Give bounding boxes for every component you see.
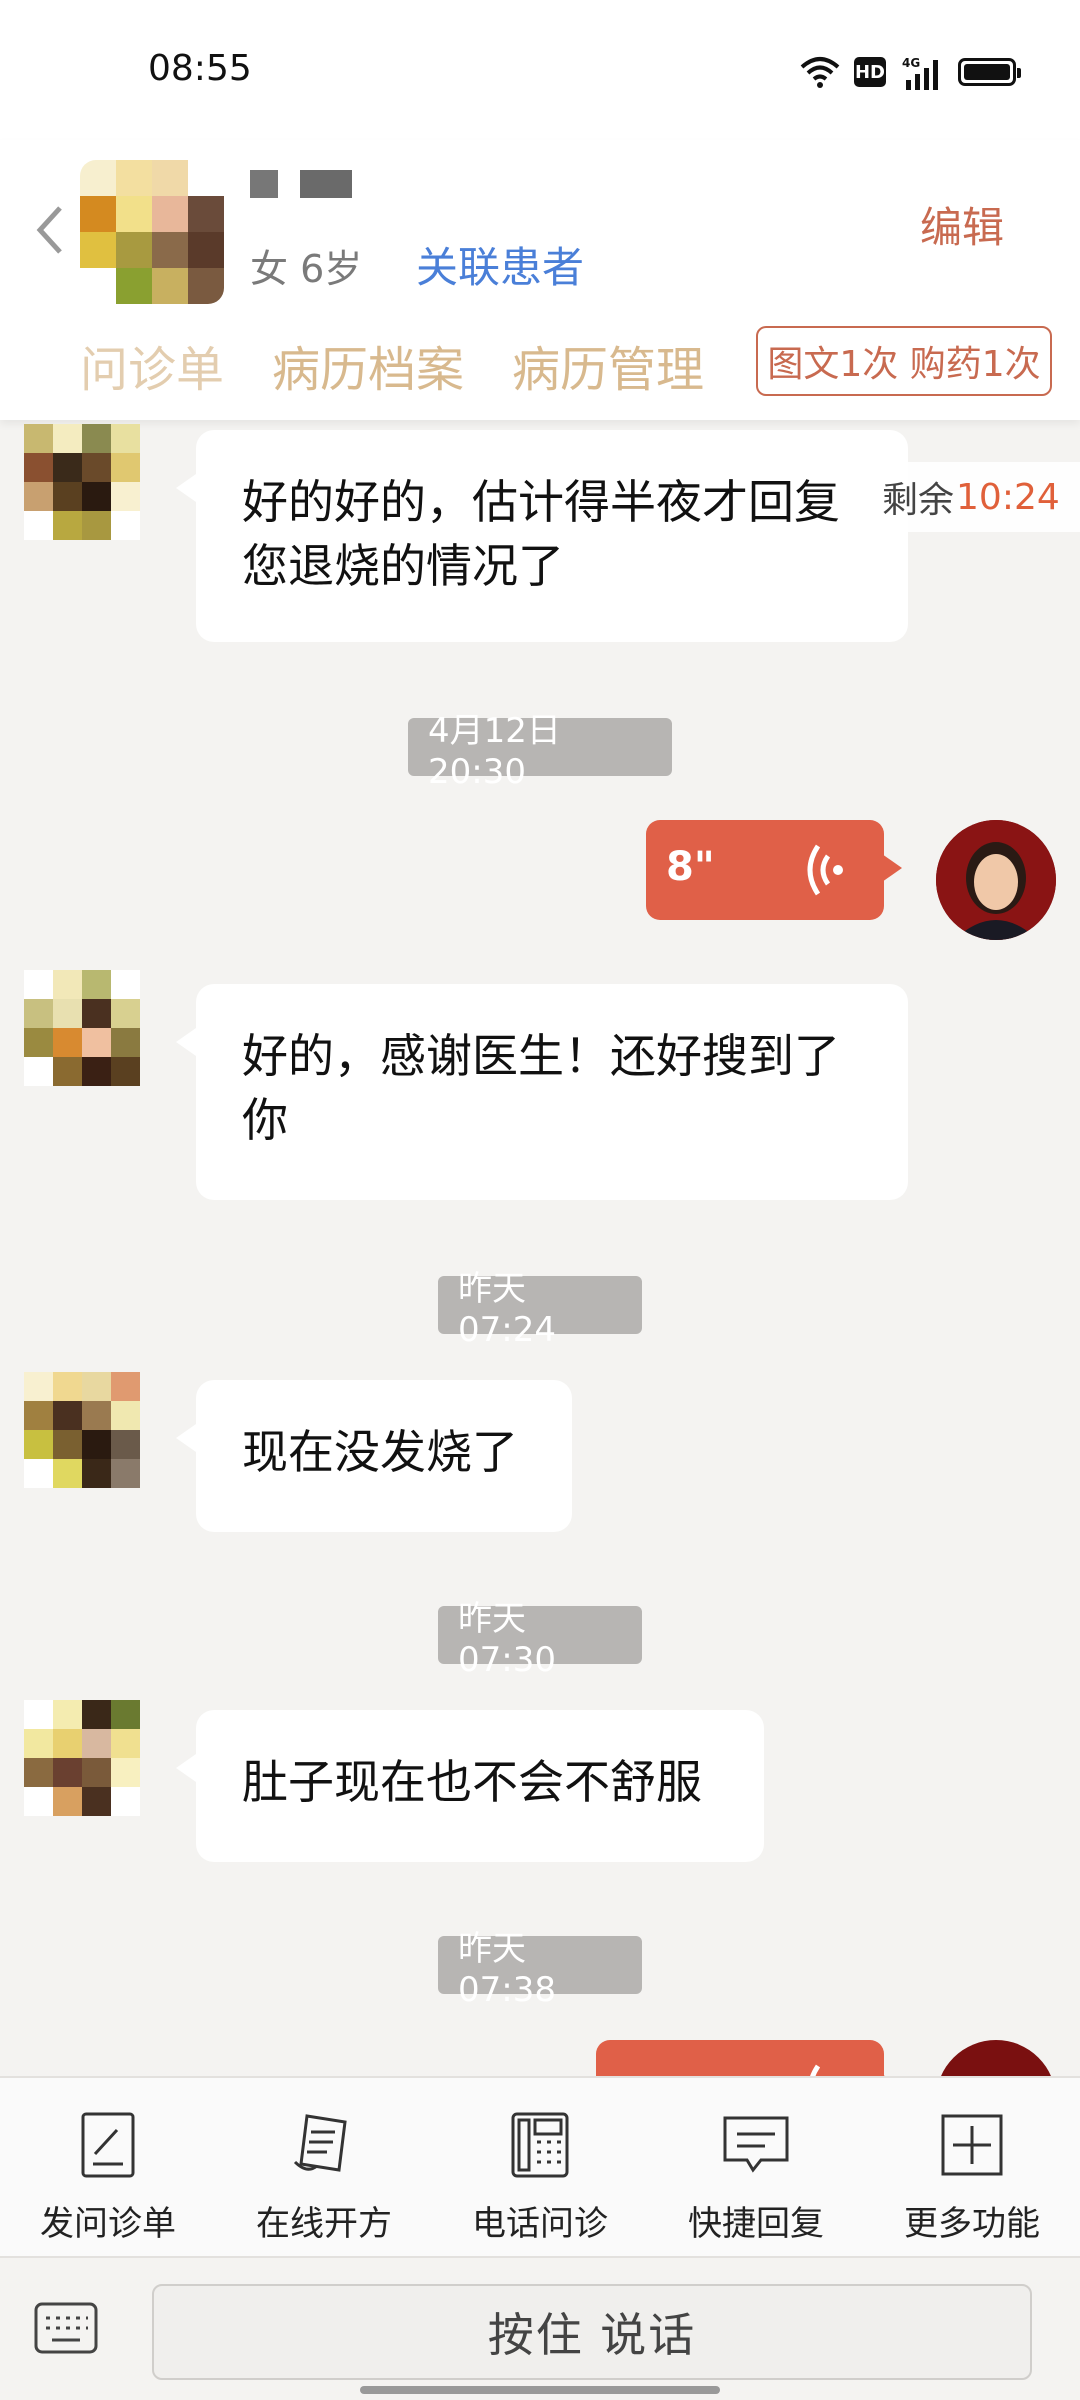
tool-label: 更多功能 — [904, 2204, 1040, 2244]
message-bubble: 好的好的，估计得半夜才回复您退烧的情况了 — [176, 430, 908, 642]
input-bar: 按住 说话 — [0, 2256, 1080, 2400]
hold-to-talk-button[interactable]: 按住 说话 — [152, 2284, 1032, 2380]
doctor-avatar[interactable] — [936, 820, 1056, 940]
plus-icon — [941, 2114, 1003, 2176]
home-indicator[interactable] — [360, 2386, 720, 2394]
tab-record-management[interactable]: 病历管理 — [512, 330, 704, 400]
message-timestamp: 昨天 07:24 — [438, 1269, 642, 1350]
patient-avatar-message[interactable] — [24, 1700, 140, 1816]
status-bar: 08:55 HD 4G — [0, 0, 1080, 140]
voice-wave-icon — [807, 844, 843, 896]
link-patient-button[interactable]: 关联患者 — [416, 234, 584, 295]
quick-reply-icon — [723, 2116, 789, 2173]
tool-label: 快捷回复 — [688, 2204, 824, 2244]
wifi-icon — [800, 57, 840, 88]
svg-text:4G: 4G — [902, 56, 920, 70]
quick-reply-button[interactable]: 快捷回复 — [648, 2078, 864, 2256]
chat-header: 女 6岁 关联患者 编辑 问诊单 病历档案 病历管理 图文1次 购药1次 — [0, 140, 1080, 420]
patient-avatar-message[interactable] — [24, 424, 140, 540]
tool-label: 在线开方 — [256, 2204, 392, 2244]
online-prescription-button[interactable]: 在线开方 — [216, 2078, 432, 2256]
status-icons: HD 4G — [800, 52, 1021, 92]
header-tabs: 问诊单 病历档案 病历管理 — [80, 330, 704, 400]
message-bubble: 肚子现在也不会不舒服 — [176, 1710, 764, 1862]
service-quota-badge[interactable]: 图文1次 购药1次 — [756, 326, 1052, 396]
message-timestamp: 昨天 07:30 — [438, 1599, 642, 1680]
send-consultation-form-button[interactable]: 发问诊单 — [0, 2078, 216, 2256]
patient-avatar-message[interactable] — [24, 970, 140, 1086]
tab-consultation-form[interactable]: 问诊单 — [80, 330, 224, 400]
patient-meta: 女 6岁 — [250, 247, 363, 291]
remaining-label: 剩余 — [882, 480, 955, 521]
message-bubble: 现在没发烧了 — [176, 1380, 572, 1532]
tab-medical-records[interactable]: 病历档案 — [272, 330, 464, 400]
back-icon[interactable] — [30, 200, 70, 260]
message-bubble: 好的，感谢医生！还好搜到了你 — [176, 984, 908, 1200]
function-toolbar: 发问诊单 在线开方 电话问诊 快捷回复 更多功能 — [0, 2076, 1080, 2256]
phone-consultation-button[interactable]: 电话问诊 — [432, 2078, 648, 2256]
tool-label: 电话问诊 — [472, 2204, 608, 2244]
keyboard-icon[interactable] — [34, 2302, 98, 2354]
edit-button[interactable]: 编辑 — [920, 194, 1004, 255]
voice-message[interactable]: 8" — [646, 820, 902, 920]
signal-icon: 4G — [902, 56, 938, 90]
patient-name-redacted — [250, 170, 352, 198]
more-functions-button[interactable]: 更多功能 — [864, 2078, 1080, 2256]
status-time: 08:55 — [148, 48, 252, 89]
patient-avatar-message[interactable] — [24, 1372, 140, 1488]
message-timestamp: 4月12日 20:30 — [408, 711, 672, 792]
battery-icon — [958, 58, 1021, 86]
phone-icon — [511, 2112, 569, 2178]
prescription-icon — [293, 2114, 347, 2172]
remaining-time: 10:24 — [956, 476, 1060, 518]
hd-icon: HD — [854, 57, 886, 87]
remaining-time-indicator: 剩余 10:24 — [860, 462, 1080, 532]
form-icon — [81, 2112, 135, 2178]
patient-avatar[interactable] — [80, 160, 224, 304]
tool-label: 发问诊单 — [40, 2204, 176, 2244]
message-timestamp: 昨天 07:38 — [438, 1929, 642, 2010]
voice-duration: 8" — [666, 844, 715, 890]
